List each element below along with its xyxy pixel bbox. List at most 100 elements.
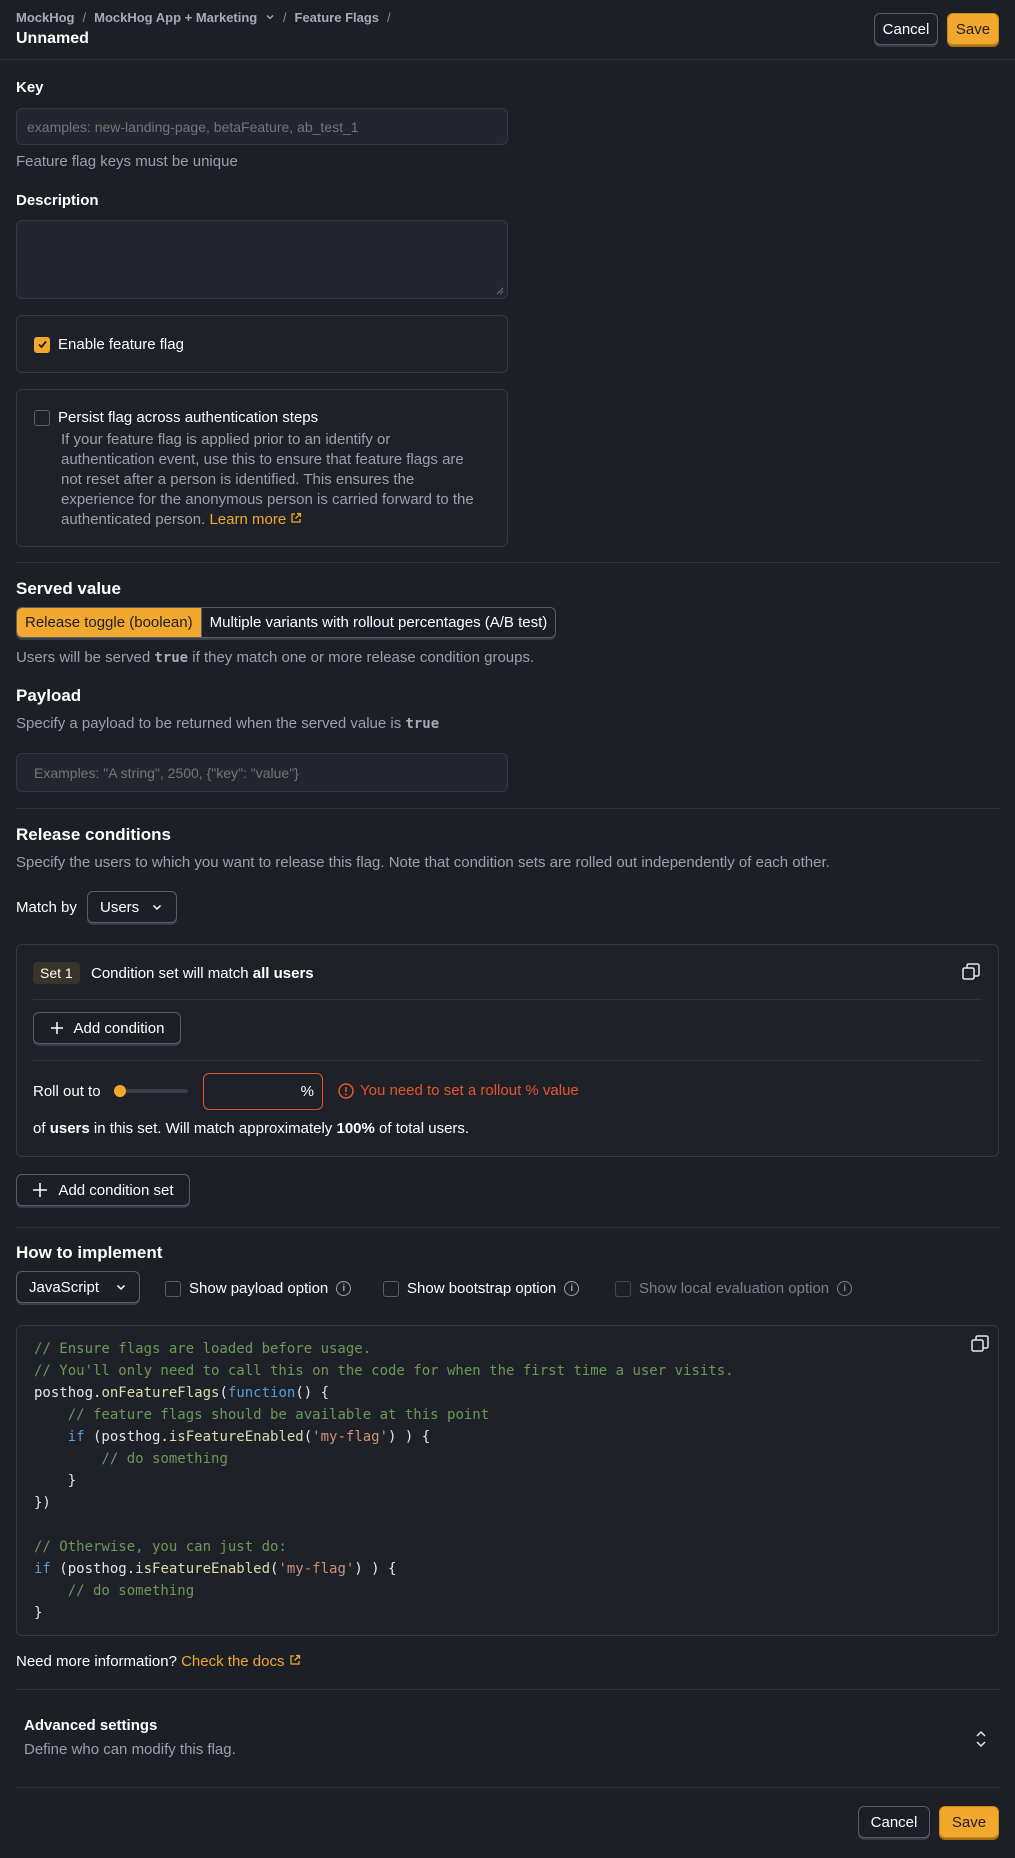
divider	[16, 808, 999, 809]
rollout-error-text: You need to set a rollout % value	[360, 1082, 579, 1099]
release-conditions-help: Specify the users to which you want to r…	[16, 854, 830, 871]
match-by-select[interactable]: Users	[87, 891, 177, 923]
code-snippet: // Ensure flags are loaded before usage.…	[16, 1325, 999, 1636]
advanced-settings-panel[interactable]: Advanced settings Define who can modify …	[16, 1705, 999, 1775]
show-payload-option[interactable]: Show payload option i	[165, 1280, 352, 1297]
save-button[interactable]: Save	[947, 13, 999, 45]
check-icon	[37, 340, 47, 349]
language-select[interactable]: JavaScript	[16, 1271, 140, 1303]
persist-help-line: authentication event, use this to ensure…	[61, 451, 464, 468]
rollout-slider-track[interactable]	[114, 1085, 188, 1097]
add-condition-label: Add condition	[73, 1019, 165, 1037]
warning-icon	[338, 1082, 354, 1099]
show-bootstrap-checkbox[interactable]	[383, 1280, 399, 1297]
enable-flag-label: Enable feature flag	[58, 336, 184, 353]
divider	[16, 562, 999, 563]
persist-help-line: not reset after a person is identified. …	[61, 471, 415, 488]
docs-help: Need more information? Check the docs	[16, 1653, 301, 1670]
implement-title: How to implement	[16, 1243, 163, 1262]
percent-suffix: %	[300, 1083, 314, 1100]
divider	[33, 999, 982, 1000]
breadcrumb-separator: /	[282, 10, 287, 25]
breadcrumb-separator: /	[82, 10, 87, 25]
breadcrumb-project[interactable]: MockHog App + Marketing	[94, 10, 275, 25]
show-bootstrap-option[interactable]: Show bootstrap option i	[383, 1280, 580, 1297]
condition-set-footer: of users in this set. Will match approxi…	[33, 1120, 470, 1137]
breadcrumb-org[interactable]: MockHog	[16, 10, 75, 25]
copy-icon[interactable]	[970, 1334, 990, 1354]
copy-icon[interactable]	[961, 962, 981, 982]
condition-set-summary: Condition set will match all users	[91, 965, 314, 982]
rollout-label: Roll out to	[33, 1083, 101, 1100]
top-bar: MockHog / MockHog App + Marketing / Feat…	[0, 0, 1015, 60]
match-by-label: Match by	[16, 899, 77, 916]
expand-icon[interactable]	[974, 1729, 988, 1749]
info-icon[interactable]: i	[336, 1281, 352, 1296]
persist-flag-card: Persist flag across authentication steps…	[16, 389, 508, 547]
persist-help-line: authenticated person.	[61, 511, 206, 528]
info-icon[interactable]: i	[564, 1281, 580, 1296]
persist-help-line: experience for the anonymous person is c…	[61, 491, 474, 508]
divider	[16, 1227, 999, 1228]
key-help-text: Feature flag keys must be unique	[16, 153, 238, 170]
add-condition-button[interactable]: Add condition	[33, 1012, 181, 1044]
plus-icon	[50, 1022, 63, 1034]
show-bootstrap-label: Show bootstrap option	[407, 1280, 557, 1297]
condition-set-card: Set 1 Condition set will match all users…	[16, 944, 999, 1157]
chevron-down-icon	[116, 1284, 126, 1291]
set-badge: Set 1	[33, 962, 80, 984]
divider	[33, 1060, 982, 1061]
release-toggle-option[interactable]: Release toggle (boolean)	[17, 608, 201, 637]
add-condition-set-button[interactable]: Add condition set	[16, 1174, 190, 1206]
footer-cancel-button[interactable]: Cancel	[858, 1806, 930, 1838]
info-icon[interactable]: i	[837, 1281, 853, 1296]
advanced-settings-subtitle: Define who can modify this flag.	[24, 1741, 236, 1758]
persist-flag-checkbox[interactable]	[34, 409, 50, 426]
enable-flag-checkbox-row[interactable]: Enable feature flag	[34, 336, 184, 353]
enable-flag-card: Enable feature flag	[16, 315, 508, 373]
rollout-percent-input[interactable]: %	[203, 1073, 323, 1110]
learn-more-link[interactable]: Learn more	[209, 511, 302, 528]
persist-flag-help: If your feature flag is applied prior to…	[61, 430, 501, 530]
footer-save-button[interactable]: Save	[939, 1806, 999, 1838]
breadcrumb: MockHog / MockHog App + Marketing / Feat…	[16, 10, 391, 25]
served-value-help: Users will be served true if they match …	[16, 649, 535, 666]
show-local-evaluation-option: Show local evaluation option i	[615, 1280, 853, 1297]
check-docs-link[interactable]: Check the docs	[181, 1653, 301, 1670]
persist-flag-checkbox-row[interactable]: Persist flag across authentication steps	[34, 409, 318, 426]
payload-title: Payload	[16, 686, 82, 705]
breadcrumb-feature-flags[interactable]: Feature Flags	[295, 10, 380, 25]
persist-help-line: If your feature flag is applied prior to…	[61, 431, 391, 448]
payload-input[interactable]	[16, 753, 508, 792]
release-conditions-title: Release conditions	[16, 825, 171, 844]
payload-help: Specify a payload to be returned when th…	[16, 715, 440, 732]
divider	[16, 1787, 999, 1788]
breadcrumb-separator: /	[387, 10, 391, 25]
show-payload-checkbox[interactable]	[165, 1280, 181, 1297]
show-local-evaluation-label: Show local evaluation option	[639, 1280, 830, 1297]
cancel-button[interactable]: Cancel	[874, 13, 938, 45]
key-input[interactable]	[16, 108, 508, 145]
chevron-down-icon	[266, 15, 274, 20]
rollout-slider-thumb[interactable]	[114, 1085, 126, 1097]
plus-icon	[33, 1183, 48, 1197]
description-textarea[interactable]	[16, 220, 508, 299]
language-value: JavaScript	[29, 1278, 100, 1296]
served-value-title: Served value	[16, 579, 121, 598]
persist-flag-label: Persist flag across authentication steps	[58, 409, 319, 426]
divider	[16, 1689, 999, 1690]
add-condition-set-label: Add condition set	[58, 1181, 174, 1199]
chevron-down-icon	[153, 904, 162, 911]
match-by-value: Users	[100, 898, 140, 916]
page-title: Unnamed	[16, 30, 89, 47]
multivariant-option[interactable]: Multiple variants with rollout percentag…	[200, 608, 556, 637]
rollout-error: You need to set a rollout % value	[338, 1082, 579, 1099]
resize-handle-icon[interactable]	[496, 287, 504, 295]
external-link-icon	[290, 1654, 300, 1665]
external-link-icon	[291, 512, 302, 523]
description-label: Description	[16, 192, 99, 209]
key-label: Key	[16, 79, 44, 96]
show-payload-label: Show payload option	[189, 1280, 329, 1297]
show-local-evaluation-checkbox	[615, 1280, 631, 1297]
enable-flag-checkbox[interactable]	[34, 336, 50, 353]
